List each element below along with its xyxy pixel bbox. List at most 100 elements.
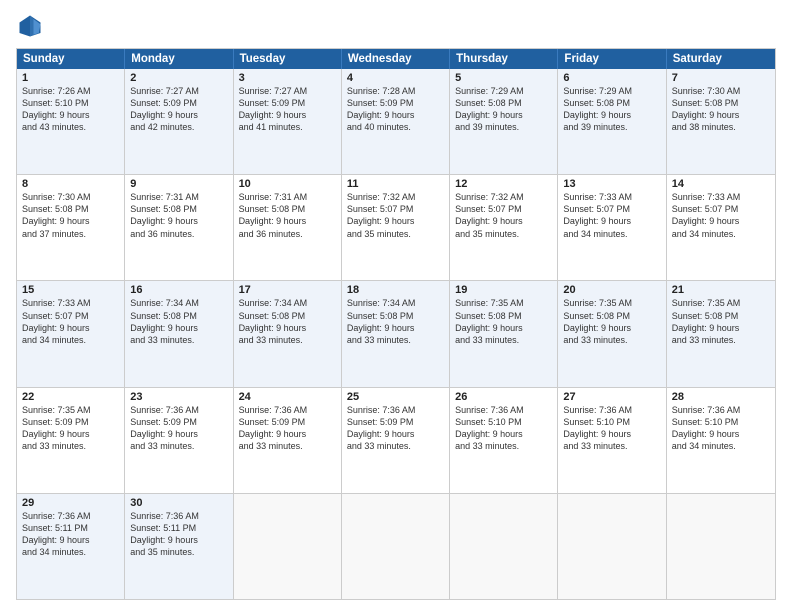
cell-text: Sunrise: 7:30 AM Sunset: 5:08 PM Dayligh… <box>22 191 119 240</box>
calendar-cell-2-2: 10Sunrise: 7:31 AM Sunset: 5:08 PM Dayli… <box>234 175 342 280</box>
calendar-header: SundayMondayTuesdayWednesdayThursdayFrid… <box>17 49 775 69</box>
header-day-monday: Monday <box>125 49 233 69</box>
day-number: 8 <box>22 178 119 190</box>
calendar-cell-1-5: 6Sunrise: 7:29 AM Sunset: 5:08 PM Daylig… <box>558 69 666 174</box>
calendar-cell-4-5: 27Sunrise: 7:36 AM Sunset: 5:10 PM Dayli… <box>558 388 666 493</box>
header-day-sunday: Sunday <box>17 49 125 69</box>
cell-text: Sunrise: 7:36 AM Sunset: 5:10 PM Dayligh… <box>563 404 660 453</box>
header-day-saturday: Saturday <box>667 49 775 69</box>
day-number: 11 <box>347 178 444 190</box>
header-day-wednesday: Wednesday <box>342 49 450 69</box>
header-day-tuesday: Tuesday <box>234 49 342 69</box>
calendar-cell-5-6 <box>667 494 775 599</box>
day-number: 24 <box>239 391 336 403</box>
cell-text: Sunrise: 7:33 AM Sunset: 5:07 PM Dayligh… <box>22 297 119 346</box>
day-number: 7 <box>672 72 770 84</box>
cell-text: Sunrise: 7:34 AM Sunset: 5:08 PM Dayligh… <box>239 297 336 346</box>
calendar-cell-2-5: 13Sunrise: 7:33 AM Sunset: 5:07 PM Dayli… <box>558 175 666 280</box>
calendar-cell-5-5 <box>558 494 666 599</box>
page: SundayMondayTuesdayWednesdayThursdayFrid… <box>0 0 792 612</box>
day-number: 5 <box>455 72 552 84</box>
day-number: 4 <box>347 72 444 84</box>
day-number: 20 <box>563 284 660 296</box>
calendar-cell-4-6: 28Sunrise: 7:36 AM Sunset: 5:10 PM Dayli… <box>667 388 775 493</box>
header-day-thursday: Thursday <box>450 49 558 69</box>
day-number: 2 <box>130 72 227 84</box>
cell-text: Sunrise: 7:34 AM Sunset: 5:08 PM Dayligh… <box>347 297 444 346</box>
header <box>16 12 776 40</box>
logo-icon <box>16 12 44 40</box>
calendar-cell-4-4: 26Sunrise: 7:36 AM Sunset: 5:10 PM Dayli… <box>450 388 558 493</box>
calendar-cell-1-1: 2Sunrise: 7:27 AM Sunset: 5:09 PM Daylig… <box>125 69 233 174</box>
day-number: 28 <box>672 391 770 403</box>
cell-text: Sunrise: 7:29 AM Sunset: 5:08 PM Dayligh… <box>455 85 552 134</box>
cell-text: Sunrise: 7:30 AM Sunset: 5:08 PM Dayligh… <box>672 85 770 134</box>
day-number: 12 <box>455 178 552 190</box>
day-number: 25 <box>347 391 444 403</box>
cell-text: Sunrise: 7:35 AM Sunset: 5:09 PM Dayligh… <box>22 404 119 453</box>
day-number: 13 <box>563 178 660 190</box>
day-number: 30 <box>130 497 227 509</box>
calendar-cell-4-0: 22Sunrise: 7:35 AM Sunset: 5:09 PM Dayli… <box>17 388 125 493</box>
calendar-cell-2-6: 14Sunrise: 7:33 AM Sunset: 5:07 PM Dayli… <box>667 175 775 280</box>
cell-text: Sunrise: 7:36 AM Sunset: 5:11 PM Dayligh… <box>130 510 227 559</box>
day-number: 29 <box>22 497 119 509</box>
calendar-cell-5-3 <box>342 494 450 599</box>
cell-text: Sunrise: 7:36 AM Sunset: 5:11 PM Dayligh… <box>22 510 119 559</box>
logo <box>16 12 48 40</box>
calendar-row-2: 8Sunrise: 7:30 AM Sunset: 5:08 PM Daylig… <box>17 174 775 280</box>
calendar-cell-5-2 <box>234 494 342 599</box>
calendar-body: 1Sunrise: 7:26 AM Sunset: 5:10 PM Daylig… <box>17 69 775 599</box>
day-number: 18 <box>347 284 444 296</box>
cell-text: Sunrise: 7:36 AM Sunset: 5:09 PM Dayligh… <box>130 404 227 453</box>
cell-text: Sunrise: 7:26 AM Sunset: 5:10 PM Dayligh… <box>22 85 119 134</box>
day-number: 22 <box>22 391 119 403</box>
header-day-friday: Friday <box>558 49 666 69</box>
day-number: 26 <box>455 391 552 403</box>
calendar-cell-3-3: 18Sunrise: 7:34 AM Sunset: 5:08 PM Dayli… <box>342 281 450 386</box>
cell-text: Sunrise: 7:36 AM Sunset: 5:09 PM Dayligh… <box>347 404 444 453</box>
day-number: 10 <box>239 178 336 190</box>
calendar-cell-3-6: 21Sunrise: 7:35 AM Sunset: 5:08 PM Dayli… <box>667 281 775 386</box>
cell-text: Sunrise: 7:34 AM Sunset: 5:08 PM Dayligh… <box>130 297 227 346</box>
calendar-row-3: 15Sunrise: 7:33 AM Sunset: 5:07 PM Dayli… <box>17 280 775 386</box>
day-number: 23 <box>130 391 227 403</box>
day-number: 3 <box>239 72 336 84</box>
day-number: 17 <box>239 284 336 296</box>
calendar-cell-2-1: 9Sunrise: 7:31 AM Sunset: 5:08 PM Daylig… <box>125 175 233 280</box>
day-number: 9 <box>130 178 227 190</box>
calendar-cell-2-3: 11Sunrise: 7:32 AM Sunset: 5:07 PM Dayli… <box>342 175 450 280</box>
calendar-cell-5-1: 30Sunrise: 7:36 AM Sunset: 5:11 PM Dayli… <box>125 494 233 599</box>
calendar-cell-1-6: 7Sunrise: 7:30 AM Sunset: 5:08 PM Daylig… <box>667 69 775 174</box>
cell-text: Sunrise: 7:31 AM Sunset: 5:08 PM Dayligh… <box>239 191 336 240</box>
day-number: 14 <box>672 178 770 190</box>
cell-text: Sunrise: 7:36 AM Sunset: 5:10 PM Dayligh… <box>455 404 552 453</box>
calendar-cell-1-3: 4Sunrise: 7:28 AM Sunset: 5:09 PM Daylig… <box>342 69 450 174</box>
calendar-cell-2-0: 8Sunrise: 7:30 AM Sunset: 5:08 PM Daylig… <box>17 175 125 280</box>
cell-text: Sunrise: 7:36 AM Sunset: 5:10 PM Dayligh… <box>672 404 770 453</box>
day-number: 6 <box>563 72 660 84</box>
cell-text: Sunrise: 7:33 AM Sunset: 5:07 PM Dayligh… <box>563 191 660 240</box>
calendar-cell-4-1: 23Sunrise: 7:36 AM Sunset: 5:09 PM Dayli… <box>125 388 233 493</box>
calendar-cell-3-0: 15Sunrise: 7:33 AM Sunset: 5:07 PM Dayli… <box>17 281 125 386</box>
cell-text: Sunrise: 7:31 AM Sunset: 5:08 PM Dayligh… <box>130 191 227 240</box>
calendar: SundayMondayTuesdayWednesdayThursdayFrid… <box>16 48 776 600</box>
calendar-cell-3-2: 17Sunrise: 7:34 AM Sunset: 5:08 PM Dayli… <box>234 281 342 386</box>
cell-text: Sunrise: 7:32 AM Sunset: 5:07 PM Dayligh… <box>347 191 444 240</box>
calendar-cell-5-4 <box>450 494 558 599</box>
day-number: 16 <box>130 284 227 296</box>
calendar-cell-1-4: 5Sunrise: 7:29 AM Sunset: 5:08 PM Daylig… <box>450 69 558 174</box>
day-number: 27 <box>563 391 660 403</box>
calendar-cell-3-4: 19Sunrise: 7:35 AM Sunset: 5:08 PM Dayli… <box>450 281 558 386</box>
cell-text: Sunrise: 7:35 AM Sunset: 5:08 PM Dayligh… <box>563 297 660 346</box>
calendar-row-4: 22Sunrise: 7:35 AM Sunset: 5:09 PM Dayli… <box>17 387 775 493</box>
calendar-cell-5-0: 29Sunrise: 7:36 AM Sunset: 5:11 PM Dayli… <box>17 494 125 599</box>
cell-text: Sunrise: 7:36 AM Sunset: 5:09 PM Dayligh… <box>239 404 336 453</box>
day-number: 19 <box>455 284 552 296</box>
calendar-cell-4-2: 24Sunrise: 7:36 AM Sunset: 5:09 PM Dayli… <box>234 388 342 493</box>
cell-text: Sunrise: 7:35 AM Sunset: 5:08 PM Dayligh… <box>455 297 552 346</box>
cell-text: Sunrise: 7:32 AM Sunset: 5:07 PM Dayligh… <box>455 191 552 240</box>
calendar-cell-1-0: 1Sunrise: 7:26 AM Sunset: 5:10 PM Daylig… <box>17 69 125 174</box>
calendar-row-5: 29Sunrise: 7:36 AM Sunset: 5:11 PM Dayli… <box>17 493 775 599</box>
calendar-cell-3-5: 20Sunrise: 7:35 AM Sunset: 5:08 PM Dayli… <box>558 281 666 386</box>
